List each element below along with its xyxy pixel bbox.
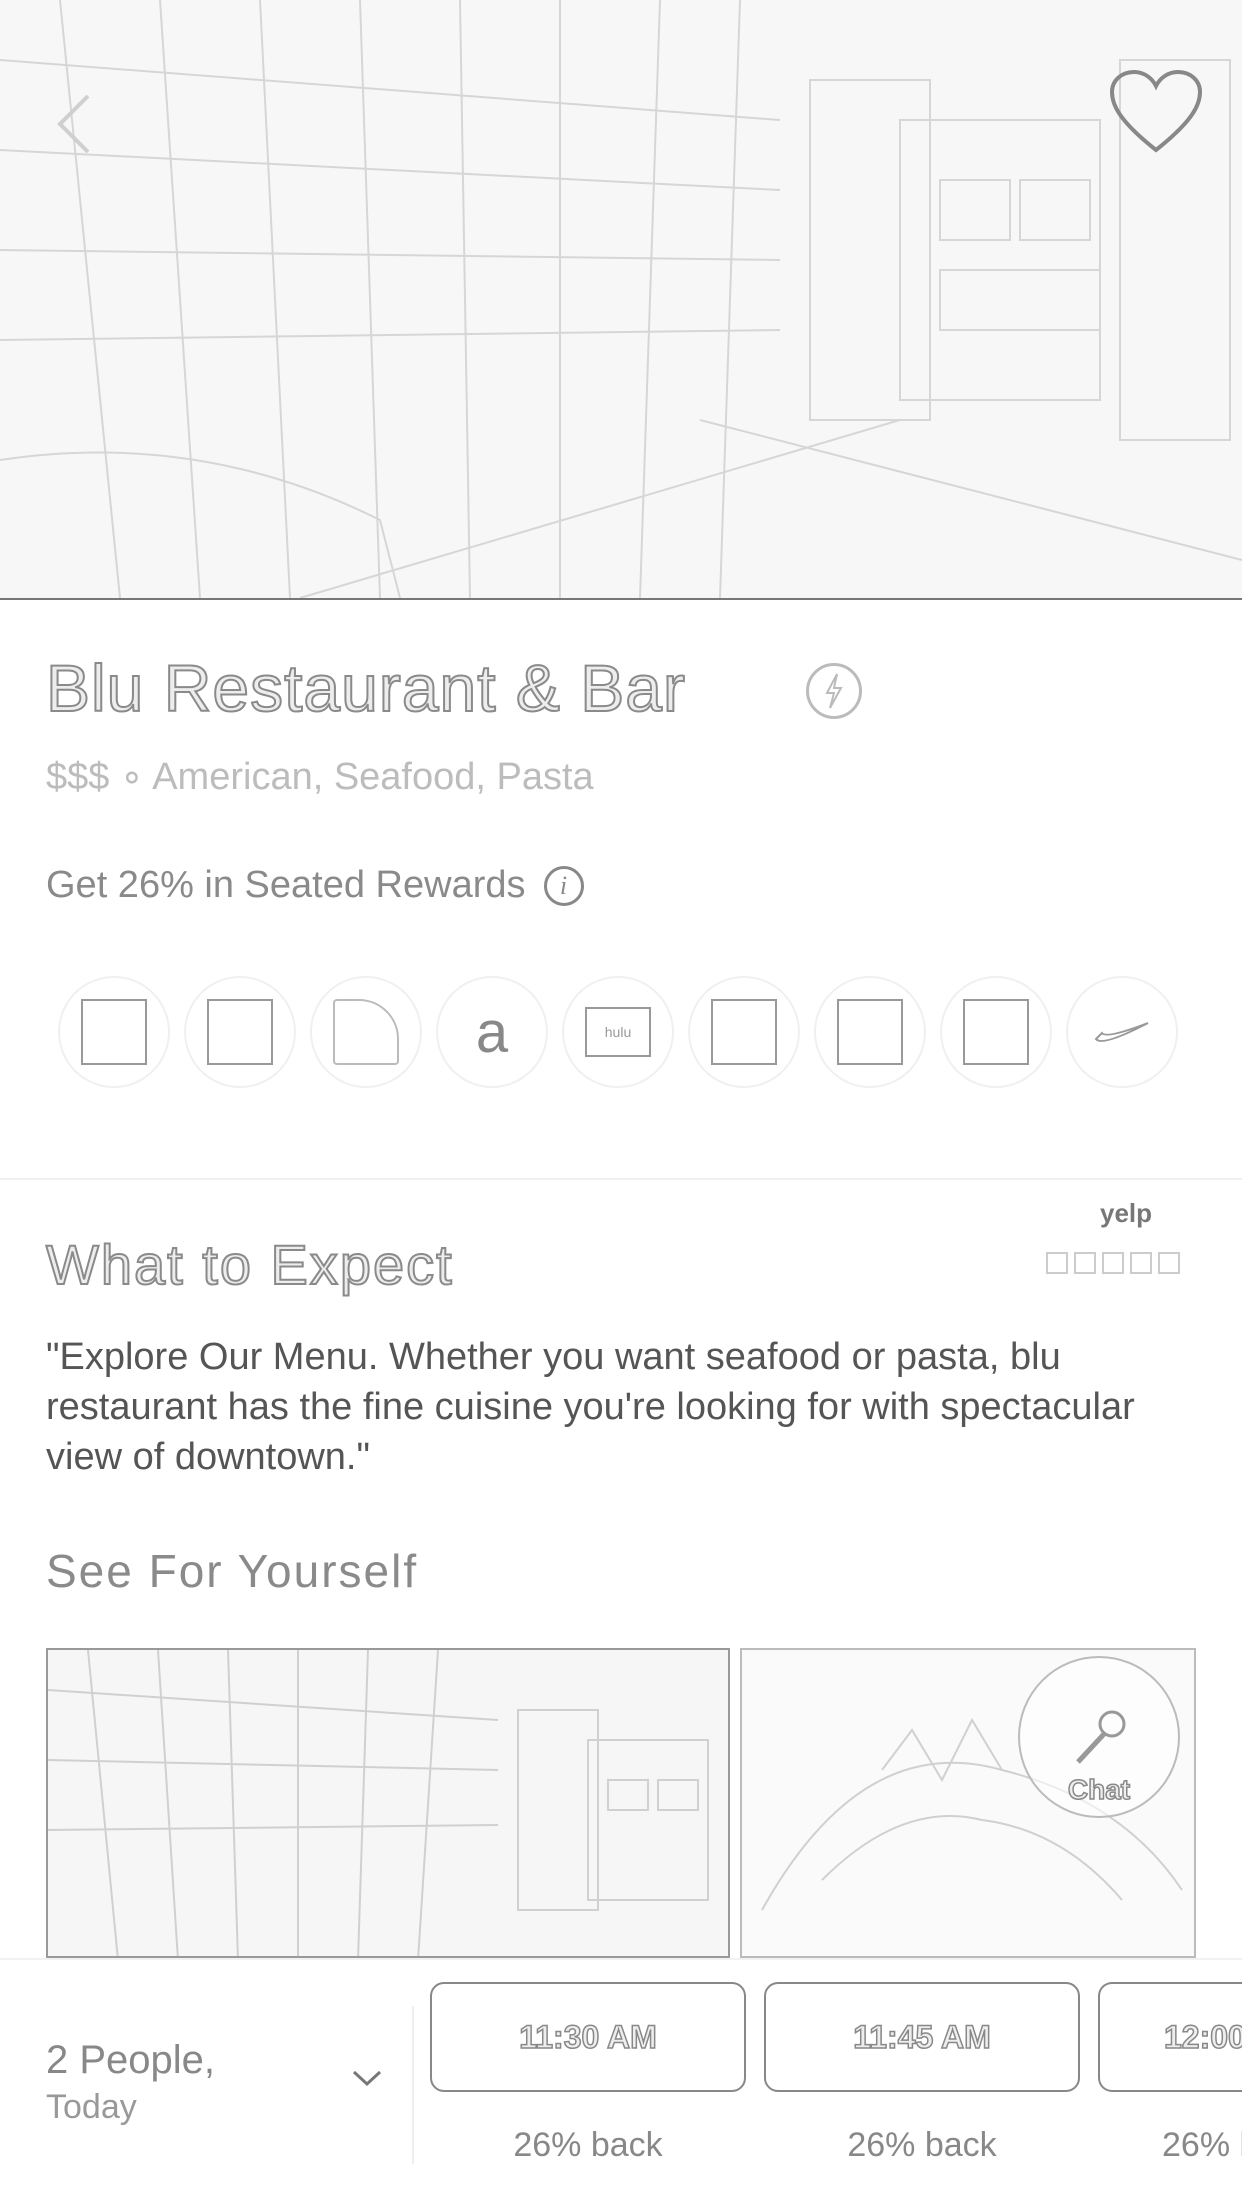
time-slot-1200[interactable]: 12:00 PM (1098, 1982, 1242, 2092)
star-icon (1046, 1252, 1068, 1274)
star-icon (1074, 1252, 1096, 1274)
cashback-label-2: 26% back (847, 2126, 997, 2164)
heart-icon (1109, 69, 1203, 153)
restaurant-name: Blu Restaurant & Bar (45, 650, 686, 726)
brand-logo-3[interactable] (310, 976, 422, 1088)
brand-2-icon (207, 999, 273, 1065)
booking-bar-divider (412, 2006, 414, 2164)
price-cuisine: $$$ ∘ American, Seafood, Pasta (46, 756, 594, 798)
rewards-row: Get 26% in Seated Rewards i (46, 864, 584, 907)
star-icon (1102, 1252, 1124, 1274)
brand-logo-1[interactable] (58, 976, 170, 1088)
brand-8-icon (963, 999, 1029, 1065)
amazon-icon: a (475, 999, 509, 1065)
chevron-down-icon (352, 2070, 382, 2087)
hero-photo-sketch (0, 0, 1242, 598)
chat-label: Chat (1067, 1773, 1131, 1806)
brand-3-icon (333, 999, 399, 1065)
brand-1-icon (81, 999, 147, 1065)
cashback-label-1: 26% back (513, 2126, 663, 2164)
yelp-logo: yelp (1100, 1198, 1153, 1228)
gallery-photo-1[interactable] (46, 1648, 730, 1958)
time-slot-1145[interactable]: 11:45 AM (764, 1982, 1080, 2092)
hero-photo (0, 0, 1242, 600)
what-to-expect-heading: What to Expect (45, 1232, 454, 1297)
brand-logo-amazon[interactable]: a (436, 976, 548, 1088)
brand-logo-6[interactable] (688, 976, 800, 1088)
rewards-text: Get 26% in Seated Rewards (46, 864, 526, 906)
brand-logo-2[interactable] (184, 976, 296, 1088)
back-button[interactable] (56, 92, 116, 162)
description-text: "Explore Our Menu. Whether you want seaf… (46, 1336, 1135, 1478)
nike-swoosh-icon (1094, 1022, 1149, 1042)
microphone-icon (1076, 1710, 1126, 1764)
partner-brands: a hulu (58, 976, 1192, 1088)
party-size-text: 2 People, (46, 2038, 216, 2082)
brand-7-icon (837, 999, 903, 1065)
cashback-label-3: 26% back (1162, 2126, 1242, 2164)
time-slot-1130[interactable]: 11:30 AM (430, 1982, 746, 2092)
brand-logo-nike[interactable] (1066, 976, 1178, 1088)
brand-logo-8[interactable] (940, 976, 1052, 1088)
section-divider (0, 1178, 1242, 1180)
brand-logo-hulu[interactable]: hulu (562, 976, 674, 1088)
chat-button[interactable]: Chat (1018, 1656, 1180, 1818)
lightning-bolt-icon (806, 663, 862, 719)
hulu-icon: hulu (585, 1007, 651, 1057)
star-icon (1130, 1252, 1152, 1274)
info-icon[interactable]: i (543, 865, 584, 906)
booking-day-text: Today (46, 2088, 137, 2126)
brand-logo-7[interactable] (814, 976, 926, 1088)
brand-6-icon (711, 999, 777, 1065)
favorite-button[interactable] (1108, 68, 1204, 156)
star-icon (1158, 1252, 1180, 1274)
see-for-yourself-heading: See For Yourself (46, 1545, 419, 1597)
yelp-rating-stars (1046, 1252, 1186, 1274)
chevron-left-icon (57, 94, 90, 154)
interior-photo-sketch (48, 1650, 709, 1956)
